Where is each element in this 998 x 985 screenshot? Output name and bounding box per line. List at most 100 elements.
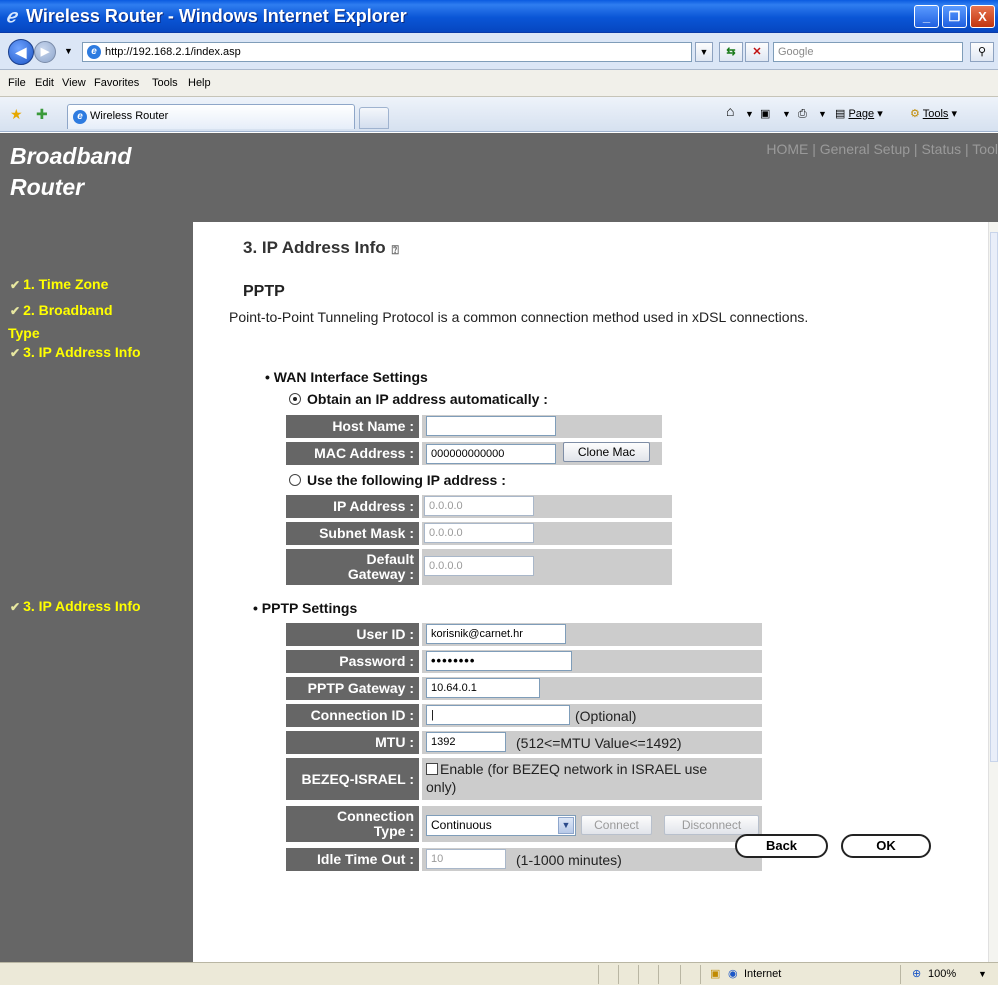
connection-type-value: Continuous [431,818,492,832]
menu-tools[interactable]: Tools [152,76,178,90]
bezeq-checkbox[interactable] [426,763,438,775]
home-dropdown-icon[interactable]: ▼ [745,107,754,121]
subnet-mask-cell: 0.0.0.0 [422,522,672,545]
subnet-mask-input[interactable]: 0.0.0.0 [424,523,534,543]
status-segment [598,965,618,984]
pptp-gateway-input[interactable]: 10.64.0.1 [426,678,540,698]
user-id-cell: korisnik@carnet.hr [422,623,762,646]
scrollbar-thumb[interactable] [990,232,998,762]
minimize-button[interactable]: _ [914,5,939,28]
sidebar-item-ip-address-info-2[interactable]: ✔ 3. IP Address Info [10,598,141,616]
pptp-gateway-label: PPTP Gateway : [286,677,419,700]
status-segment [658,965,678,984]
sidebar-item-ip-address-info[interactable]: ✔ 3. IP Address Info [10,344,141,362]
default-gateway-label: Default Gateway : [286,549,419,585]
protected-mode-icon[interactable]: ▣ [710,967,720,981]
vertical-scrollbar[interactable] [988,222,998,962]
radio-unselected-icon[interactable] [289,474,301,486]
mtu-note: (512<=MTU Value<=1492) [516,735,682,751]
password-input[interactable]: •••••••• [426,651,572,671]
connection-id-cell: | (Optional) [422,704,762,727]
page-title-text: 3. IP Address Info [243,238,386,257]
forward-nav-button[interactable]: ▶ [34,41,56,63]
zoom-dropdown-icon[interactable]: ▼ [978,967,987,981]
default-gateway-cell: 0.0.0.0 [422,549,672,585]
home-icon[interactable]: ⌂ [726,104,734,118]
sidebar-item-time-zone[interactable]: ✔ 1. Time Zone [10,276,108,294]
back-button[interactable]: Back [735,834,828,858]
brand-line-2: Router [10,174,85,200]
default-gateway-label-line-2: Gateway : [347,566,414,582]
user-id-label: User ID : [286,623,419,646]
ip-address-cell: 0.0.0.0 [422,495,672,518]
favorites-star-icon[interactable]: ★ [10,106,23,123]
mtu-input[interactable]: 1392 [426,732,506,752]
host-name-input[interactable] [426,416,556,436]
connection-id-input[interactable]: | [426,705,570,725]
bezeq-option[interactable]: Enable (for BEZEQ network in ISRAEL use … [426,760,756,796]
print-icon[interactable]: ⎙ [798,107,807,121]
url-dropdown-icon[interactable]: ▼ [695,42,713,62]
brand-line-1: Broadband [10,143,132,169]
url-field[interactable]: e http://192.168.2.1/index.asp [82,42,692,62]
search-icon[interactable]: ⚲ [970,42,994,62]
password-label: Password : [286,650,419,673]
address-toolbar: ◀ ▶ ▼ e http://192.168.2.1/index.asp ▼ ⇆… [0,33,998,70]
default-gateway-input[interactable]: 0.0.0.0 [424,556,534,576]
host-name-cell [422,415,662,438]
menu-edit[interactable]: Edit [35,76,54,90]
history-dropdown-icon[interactable]: ▼ [64,46,73,56]
connection-type-select[interactable]: Continuous ▼ [426,815,576,836]
zoom-icon[interactable]: ⊕ [912,967,921,981]
menu-view[interactable]: View [62,76,86,90]
sidebar-item-label: 2. Broadband [23,302,113,318]
radio-selected-icon[interactable] [289,393,301,405]
help-icon[interactable]: ⍰ [392,243,408,257]
idle-timeout-input[interactable]: 10 [426,849,506,869]
ip-address-input[interactable]: 0.0.0.0 [424,496,534,516]
section-description: Point-to-Point Tunneling Protocol is a c… [229,309,809,325]
zoom-level[interactable]: 100% [928,967,956,981]
new-tab-button[interactable] [359,107,389,129]
mac-address-input[interactable]: 000000000000 [426,444,556,464]
menu-favorites[interactable]: Favorites [94,76,139,90]
stop-icon[interactable]: ✕ [745,42,769,62]
print-dropdown-icon[interactable]: ▼ [818,107,827,121]
menu-bar: File Edit View Favorites Tools Help [0,70,998,97]
tab-wireless-router[interactable]: e Wireless Router [67,104,355,129]
ok-button[interactable]: OK [841,834,931,858]
search-input[interactable]: Google [773,42,963,62]
connect-button[interactable]: Connect [581,815,652,835]
use-following-ip-option[interactable]: Use the following IP address : [289,472,506,488]
tools-menu[interactable]: ⚙ Tools ▾ [910,107,957,121]
page-menu-label: Page [848,108,875,120]
add-favorites-icon[interactable]: ✚ [36,106,48,123]
pptp-settings-heading-text: PPTP Settings [261,600,358,616]
sidebar-item-broadband-type-cont[interactable]: Type [8,325,40,342]
close-button[interactable]: X [970,5,995,28]
page-menu[interactable]: ▤ Page ▾ [835,107,883,121]
zone-label: Internet [744,968,782,980]
user-id-input[interactable]: korisnik@carnet.hr [426,624,566,644]
top-navigation[interactable]: HOME | General Setup | Status | Tool [766,141,998,157]
tools-menu-label: Tools [922,108,949,120]
feeds-dropdown-icon[interactable]: ▼ [782,107,791,121]
check-icon: ✔ [10,346,21,360]
chevron-down-icon[interactable]: ▼ [558,817,574,834]
feeds-icon[interactable]: ▣ [760,107,770,121]
disconnect-button[interactable]: Disconnect [664,815,759,835]
sidebar-item-broadband-type[interactable]: ✔ 2. Broadband [10,302,113,320]
menu-file[interactable]: File [8,76,26,90]
back-nav-button[interactable]: ◀ [8,39,34,65]
idle-timeout-note: (1-1000 minutes) [516,852,622,868]
check-icon: ✔ [10,278,21,292]
menu-help[interactable]: Help [188,76,211,90]
obtain-ip-auto-option[interactable]: Obtain an IP address automatically : [289,391,548,407]
check-icon: ✔ [10,304,21,318]
maximize-button[interactable]: ❐ [942,5,967,28]
refresh-icon[interactable]: ⇆ [719,42,743,62]
ip-address-label: IP Address : [286,495,419,518]
connection-type-cell: Continuous ▼ Connect Disconnect [422,806,762,842]
sidebar-item-label: 3. IP Address Info [23,344,141,360]
clone-mac-button[interactable]: Clone Mac [563,442,650,462]
